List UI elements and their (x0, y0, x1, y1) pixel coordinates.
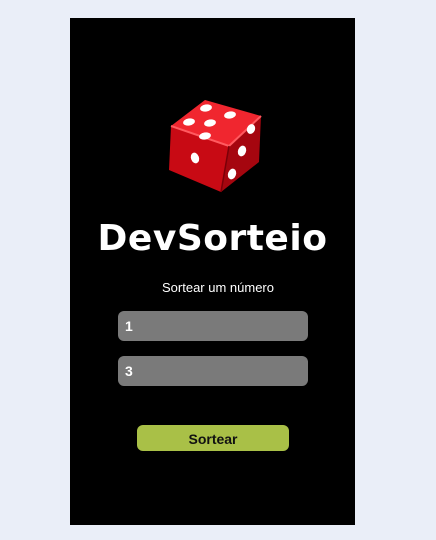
max-number-input[interactable] (118, 356, 308, 386)
form-title: Sortear um número (162, 280, 274, 295)
app-title: DevSorteio (97, 218, 328, 259)
draw-button[interactable]: Sortear (137, 425, 289, 451)
dice-icon (169, 100, 262, 193)
min-number-input[interactable] (118, 311, 308, 341)
